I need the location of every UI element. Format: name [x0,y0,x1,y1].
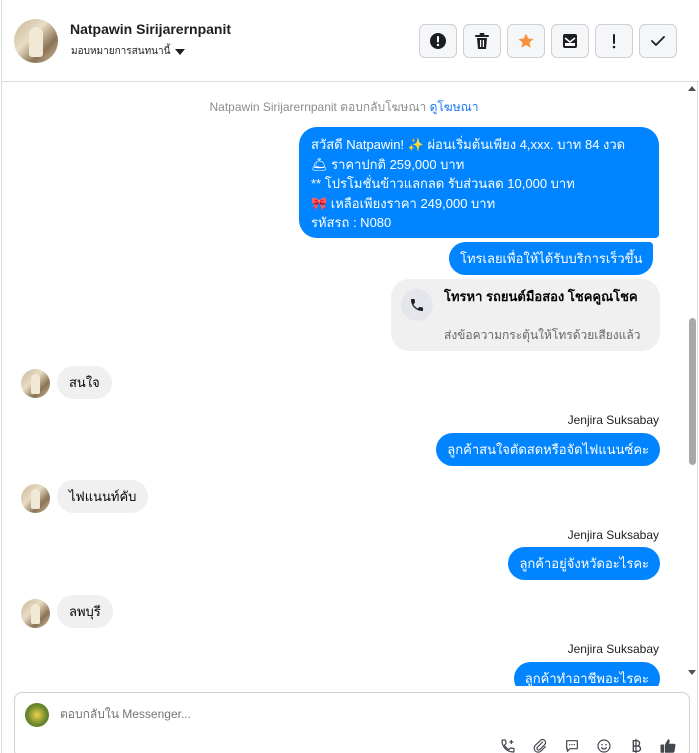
incoming-message: ลพบุรี [57,595,113,628]
reply-composer [14,692,690,753]
ad-message-line: รหัสรถ : N080 [311,215,392,230]
star-button[interactable] [507,24,545,58]
mark-done-button[interactable] [639,24,677,58]
exclamation-icon [612,34,616,49]
conversation-panel: Natpawin Sirijarernpanit มอบหมายการสนทนา… [1,0,699,753]
call-prompt-bubble: โทรเลยเพื่อให้ได้รับบริการเร็วขึ้น [449,242,654,275]
sender-name: Jenjira Suksabay [567,413,659,427]
delete-button[interactable] [463,24,501,58]
caret-down-icon [175,49,186,55]
check-icon [651,36,665,46]
call-card-subtitle: ส่งข้อความกระตุ้นให้โทรด้วยเสียงแล้ว [444,328,641,342]
scrollbar-thumb[interactable] [689,318,696,465]
mark-unread-button[interactable] [551,24,589,58]
ad-message-line: สวัสดี Natpawin! ✨ ผ่อนเริ่มต้นเพียง 4,x… [311,137,626,152]
mark-unread-icon [563,34,577,48]
scroll-down-arrow[interactable] [688,670,696,675]
report-spam-button[interactable] [419,24,457,58]
thumbs-up-icon[interactable] [659,737,677,753]
message-list[interactable]: Natpawin Sirijarernpanit ตอบกลับโฆษณา ดู… [2,83,686,686]
page-avatar [25,703,49,727]
ad-message-line: ** โปรโมชั่นข้าวแลกลด รับส่วนลด 10,000 บ… [311,176,575,191]
baht-icon[interactable] [627,737,645,753]
avatar[interactable] [14,19,58,63]
contact-name[interactable]: Natpawin Sirijarernpanit [70,21,231,37]
avatar[interactable] [21,369,50,398]
outgoing-message: ลูกค้าทำอาชีพอะไรคะ [513,662,660,686]
ad-reply-notice: Natpawin Sirijarernpanit ตอบกลับโฆษณา ดู… [2,98,686,117]
avatar[interactable] [21,599,50,628]
outgoing-message: ลูกค้าอยู่จังหวัดอะไรคะ [508,547,660,580]
view-ad-link[interactable]: ดูโฆษณา [430,100,479,114]
call-add-icon[interactable] [499,737,517,753]
header-toolbar [419,24,677,58]
ad-reply-text: Natpawin Sirijarernpanit ตอบกลับโฆษณา [209,100,427,114]
emoji-icon[interactable] [595,737,613,753]
incoming-message: ไฟแนนท์คับ [57,480,149,513]
follow-up-button[interactable] [595,24,633,58]
scroll-up-arrow[interactable] [688,86,696,91]
trash-icon [475,33,489,49]
attachment-icon[interactable] [531,737,549,753]
ad-message-line: 🛎 ราคาปกติ 259,000 บาท [311,156,465,172]
sender-name: Jenjira Suksabay [567,642,659,656]
conversation-header: Natpawin Sirijarernpanit มอบหมายการสนทนา… [2,0,699,82]
alert-circle-icon [430,33,446,49]
ad-message-line: 🎀 เหลือเพียงราคา 249,000 บาท [311,195,496,211]
call-card-title: โทรหา รถยนต์มือสอง โชคคูณโชค [444,289,638,304]
assign-conversation-dropdown[interactable]: มอบหมายการสนทนานี้ [71,44,186,59]
composer-toolbar [499,737,677,753]
assign-label: มอบหมายการสนทนานี้ [71,46,171,57]
phone-icon [401,289,433,321]
ad-message-bubble: สวัสดี Natpawin! ✨ ผ่อนเริ่มต้นเพียง 4,x… [299,127,659,238]
avatar[interactable] [21,484,50,513]
call-card[interactable]: โทรหา รถยนต์มือสอง โชคคูณโชค ส่งข้อความก… [391,279,660,351]
incoming-message: สนใจ [57,366,112,399]
saved-reply-icon[interactable] [563,737,581,753]
reply-input[interactable] [60,707,215,721]
star-icon [518,33,534,48]
outgoing-message: ลูกค้าสนใจตัดสดหรือจัดไฟแนนซ์คะ [436,433,660,466]
sender-name: Jenjira Suksabay [567,528,659,542]
